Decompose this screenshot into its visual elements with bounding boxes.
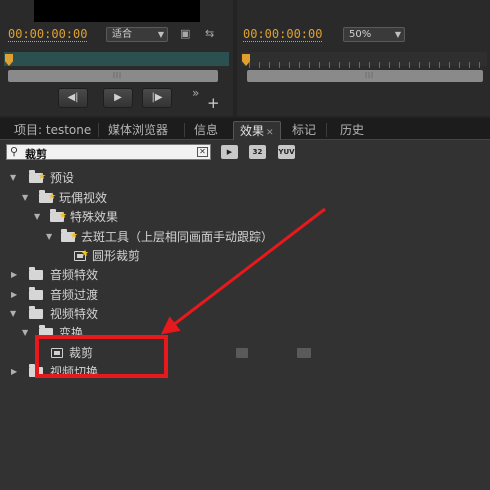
triangle-down-icon[interactable]: ▼ [34,207,40,227]
folder-icon: ★ [61,229,78,242]
effects-panel: ⚲ 裁剪 ✕ ▶ 32 YUV ▼ ★ 预设 ▼ ★ 玩偶视效 ▼ ★ 特殊效果… [0,140,490,490]
tree-item-crop[interactable]: 裁剪 [0,343,490,363]
triangle-down-icon[interactable]: ▼ [22,323,28,343]
tab-markers[interactable]: 标记 [286,121,322,140]
tab-effects[interactable]: 效果 ✕ [233,121,281,140]
star-icon: ★ [48,192,57,202]
tree-item-audio-effects[interactable]: ▶ 音频特效 [0,265,490,285]
tree-item-video-effects[interactable]: ▼ 视频特效 [0,304,490,324]
effect-icon [51,348,63,358]
program-zoom-scrollbar[interactable]: ||| [247,70,483,82]
folder-icon: ★ [39,190,56,203]
effects-search-input[interactable]: ⚲ 裁剪 ✕ [6,144,211,161]
tree-item-audio-transitions[interactable]: ▶ 音频过渡 [0,285,490,305]
fit-select[interactable]: 适合 ▼ [106,27,168,42]
tab-divider [326,123,327,137]
tree-item-label: 裁剪 [69,346,94,360]
star-icon: ★ [59,211,68,221]
triangle-down-icon[interactable]: ▼ [10,168,16,188]
triangle-down-icon[interactable]: ▼ [46,227,52,247]
triangle-right-icon[interactable]: ▶ [11,265,17,285]
effect-preset-icon: ★ [74,249,89,261]
panel-tab-bar: 项目: testone 媒体浏览器 信息 效果 ✕ 标记 历史 [0,118,490,140]
tree-item-label: 变换 [59,326,84,340]
fit-select-value: 适合 [112,29,132,40]
search-value: 裁剪 [25,148,47,161]
accelerated-badge-icon [236,348,248,358]
tree-item-spot-remove[interactable]: ▼ ★ 去斑工具（上层相同画面手动跟踪） [0,227,490,247]
triangle-down-icon[interactable]: ▼ [22,188,28,208]
yuv-effects-button[interactable]: YUV [278,145,295,159]
tree-item-label: 去斑工具（上层相同画面手动跟踪） [81,230,274,244]
folder-icon [29,267,43,280]
tree-item-label: 音频过渡 [50,288,99,302]
yuv-badge-icon [297,348,311,358]
folder-icon [39,325,53,338]
tree-item-circle-crop[interactable]: ★ 圆形裁剪 [0,246,490,266]
chevron-down-icon: ▼ [394,30,401,39]
star-icon: ★ [81,249,90,259]
tree-item-label: 预设 [50,171,75,185]
output-icon[interactable]: ▣ [180,27,190,40]
folder-icon [29,306,43,319]
step-forward-button[interactable]: |▶ [142,88,172,108]
program-timecode[interactable]: 00:00:00:00 [243,27,323,42]
tab-project[interactable]: 项目: testone [8,121,97,140]
tab-history[interactable]: 历史 [334,121,370,140]
chevron-down-icon: ▼ [157,30,164,39]
star-icon: ★ [70,231,79,241]
triangle-right-icon[interactable]: ▶ [11,362,17,382]
source-monitor: 00:00:00:00 适合 ▼ ▣ ⇆ ||| ◀| ▶ |▶ » + [0,0,233,116]
add-button-icon[interactable]: + [207,94,220,112]
tree-item-label: 音频特效 [50,268,99,282]
drag-video-icon[interactable]: ⇆ [205,27,214,40]
accelerated-effects-button[interactable]: ▶ [221,145,238,159]
tab-media-browser[interactable]: 媒体浏览器 [102,121,174,140]
tab-divider [98,123,99,137]
triangle-down-icon[interactable]: ▼ [10,304,16,324]
step-back-button[interactable]: ◀| [58,88,88,108]
32bit-effects-button[interactable]: 32 [249,145,266,159]
tree-item-label: 视频特效 [50,307,99,321]
folder-icon [29,364,43,377]
triangle-right-icon[interactable]: ▶ [11,285,17,305]
folder-icon: ★ [29,170,46,183]
tree-item-toy-effects[interactable]: ▼ ★ 玩偶视效 [0,188,490,208]
zoom-select[interactable]: 50% ▼ [343,27,405,42]
tab-info[interactable]: 信息 [188,121,224,140]
tree-item-label: 特殊效果 [70,210,119,224]
folder-icon: ★ [50,209,67,222]
folder-icon [29,287,43,300]
program-monitor: 00:00:00:00 50% ▼ ||| [237,0,490,116]
tree-item-presets[interactable]: ▼ ★ 预设 [0,168,490,188]
clear-search-icon[interactable]: ✕ [197,147,208,157]
zoom-select-value: 50% [349,29,372,40]
search-icon: ⚲ [10,145,19,158]
more-buttons-icon[interactable]: » [192,86,199,100]
tab-effects-label: 效果 [240,124,265,138]
source-timecode[interactable]: 00:00:00:00 [8,27,88,42]
tree-item-label: 玩偶视效 [59,191,108,205]
tree-item-video-transitions[interactable]: ▶ 视频切换 [0,362,490,382]
star-icon: ★ [38,172,47,182]
play-button[interactable]: ▶ [103,88,133,108]
tree-item-label: 圆形裁剪 [92,249,141,263]
source-video-preview [34,0,200,22]
source-zoom-scrollbar[interactable]: ||| [8,70,218,82]
tab-divider [184,123,185,137]
tree-item-special-effects[interactable]: ▼ ★ 特殊效果 [0,207,490,227]
program-ruler-ticks [249,62,480,68]
close-icon[interactable]: ✕ [266,128,274,138]
tree-item-label: 视频切换 [50,365,99,379]
tree-item-transform[interactable]: ▼ 变换 [0,323,490,343]
source-timeline-ruler[interactable] [4,52,229,66]
